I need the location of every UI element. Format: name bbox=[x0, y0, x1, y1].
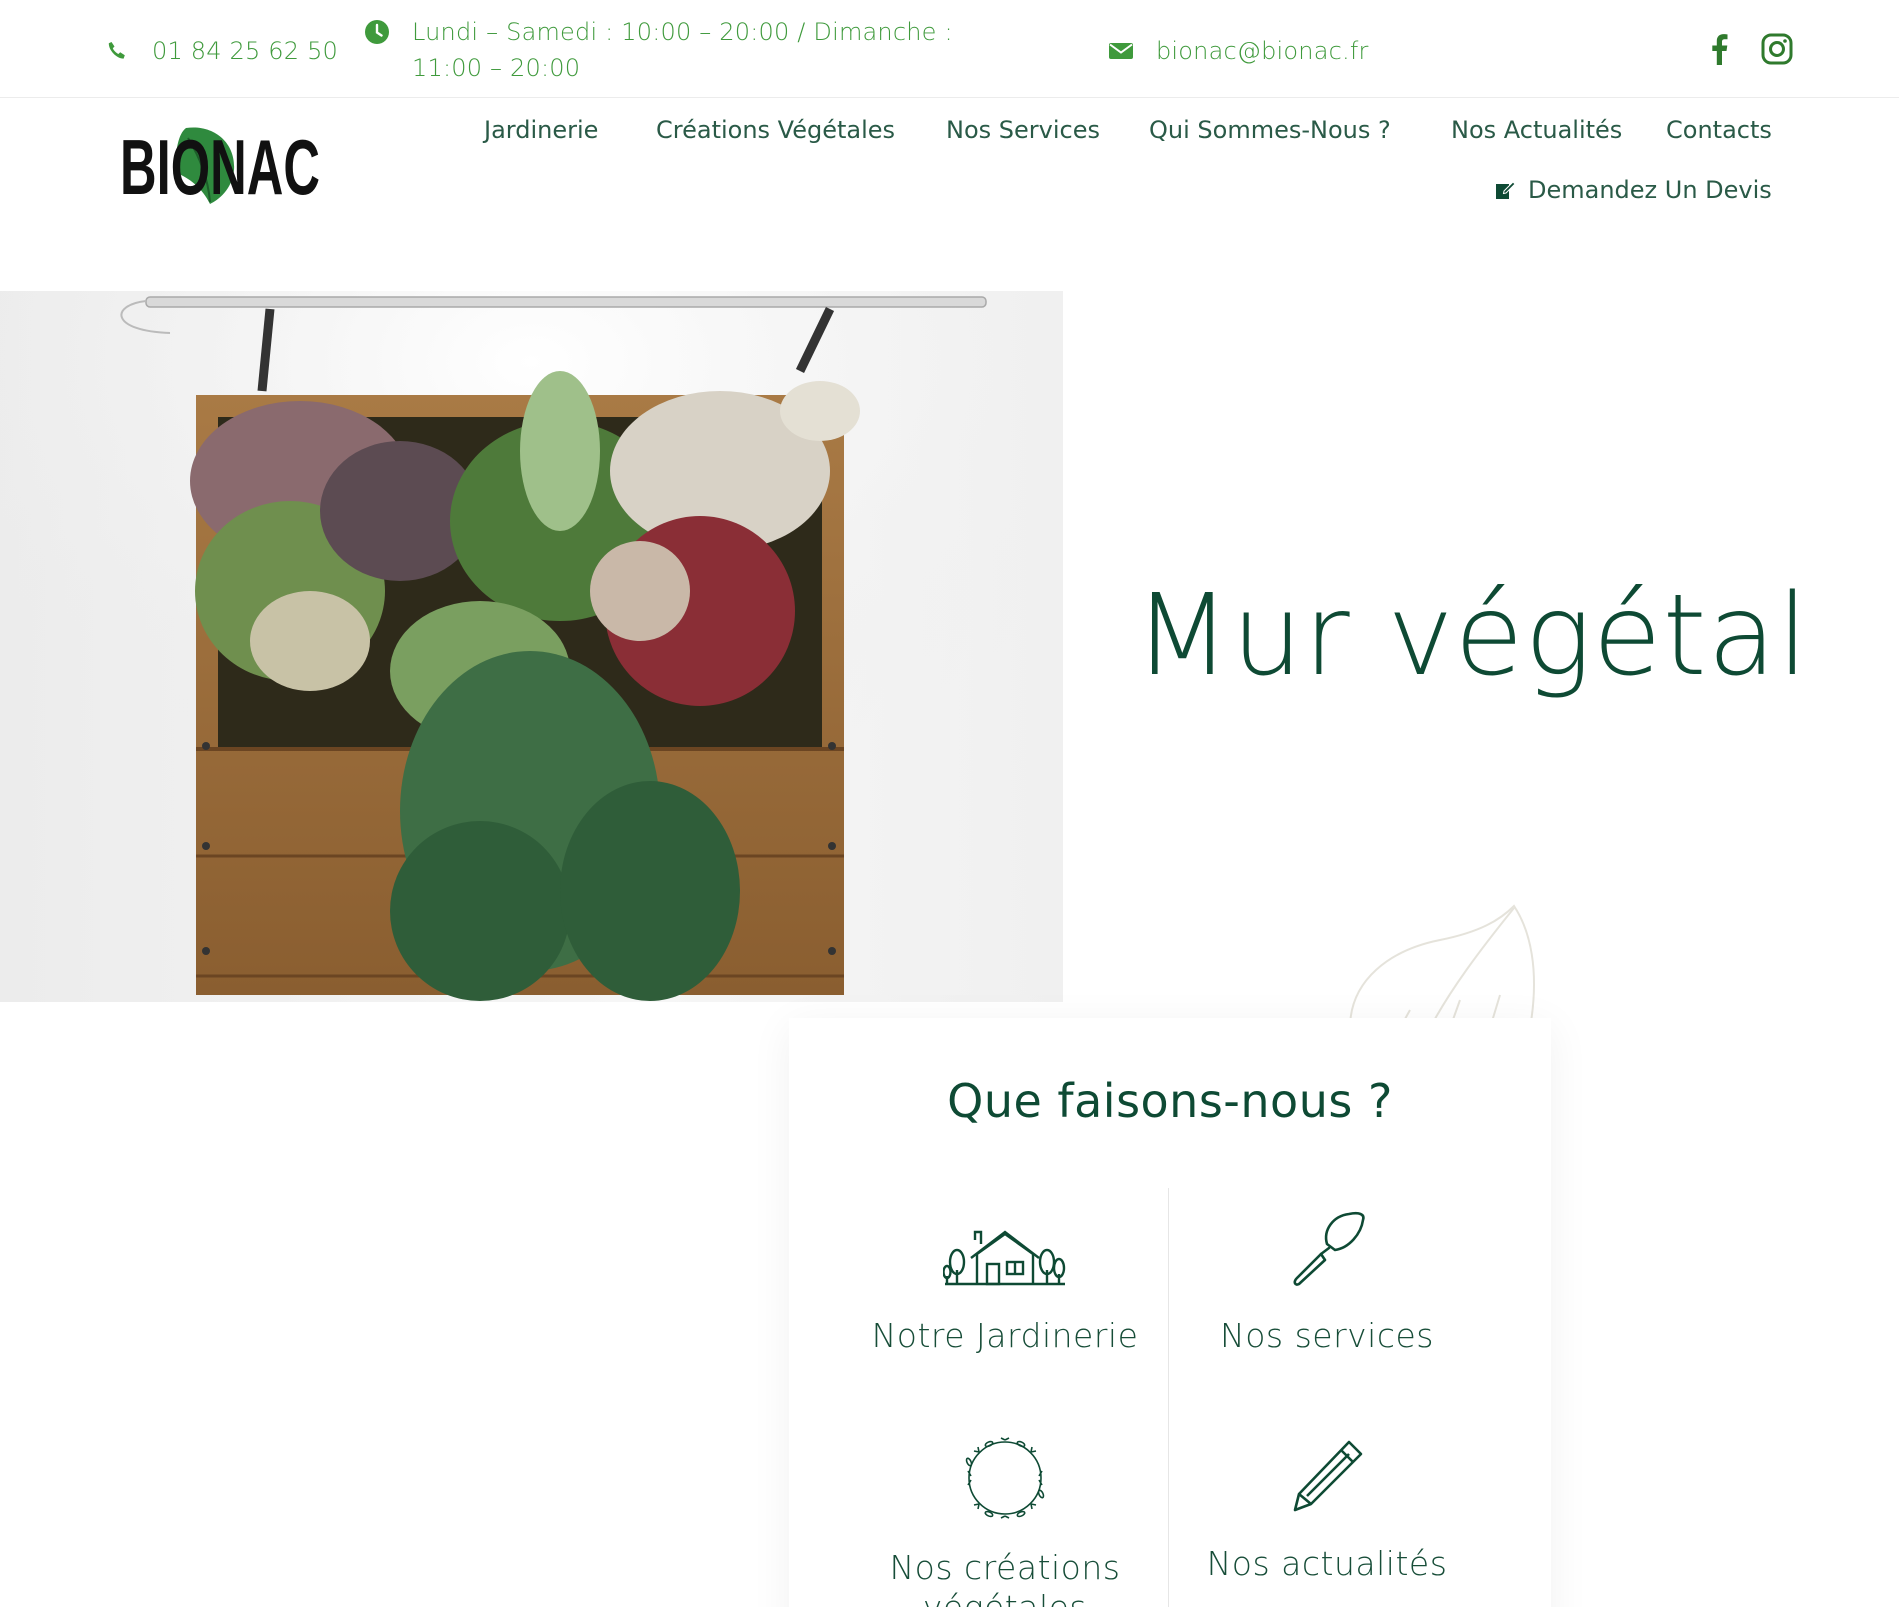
edit-icon bbox=[1494, 179, 1516, 201]
opening-hours-text: Lundi – Samedi : 10:00 – 20:00 / Dimanch… bbox=[412, 18, 953, 82]
hero-title: Mur végétal bbox=[1134, 571, 1810, 701]
facebook-icon[interactable] bbox=[1700, 30, 1738, 68]
services-title: Que faisons-nous ? bbox=[947, 1074, 1393, 1128]
nav-creations-vegetales[interactable]: Créations Végétales bbox=[656, 115, 895, 145]
phone-number: 01 84 25 62 50 bbox=[152, 37, 339, 65]
service-jardinerie[interactable]: Notre Jardinerie bbox=[835, 1228, 1175, 1356]
email-address: bionac@bionac.fr bbox=[1156, 37, 1369, 65]
bionac-logo[interactable]: BIONAC bbox=[118, 118, 322, 211]
services-card: Que faisons-nous ? Notre Jardinerie Nos … bbox=[789, 1018, 1551, 1607]
wreath-icon bbox=[835, 1436, 1175, 1524]
phone-icon bbox=[104, 38, 130, 64]
hero-image bbox=[0, 291, 1063, 1002]
email-contact[interactable]: bionac@bionac.fr bbox=[1108, 33, 1369, 69]
garden-house-icon bbox=[835, 1228, 1175, 1292]
instagram-icon[interactable] bbox=[1758, 30, 1796, 68]
request-quote-label: Demandez Un Devis bbox=[1528, 176, 1772, 204]
decorative-leaf-icon bbox=[1330, 900, 1570, 1030]
logo-text: BIONAC bbox=[120, 123, 320, 208]
service-nos-services[interactable]: Nos services bbox=[1157, 1208, 1497, 1356]
nav-nos-services[interactable]: Nos Services bbox=[946, 115, 1100, 145]
clock-icon bbox=[364, 19, 390, 45]
trowel-icon bbox=[1157, 1208, 1497, 1292]
service-jardinerie-label: Notre Jardinerie bbox=[871, 1316, 1139, 1355]
service-nos-services-label: Nos services bbox=[1220, 1316, 1434, 1355]
pencil-icon bbox=[1157, 1436, 1497, 1520]
opening-hours: Lundi – Samedi : 10:00 – 20:00 / Dimanch… bbox=[364, 14, 1024, 86]
nav-jardinerie[interactable]: Jardinerie bbox=[484, 115, 598, 145]
nav-qui-sommes-nous[interactable]: Qui Sommes-Nous ? bbox=[1149, 115, 1391, 145]
service-creations-vegetales-label: Nos créations végétales bbox=[889, 1548, 1121, 1607]
phone-contact[interactable]: 01 84 25 62 50 bbox=[104, 33, 338, 69]
service-nos-actualites[interactable]: Nos actualités bbox=[1157, 1436, 1497, 1584]
nav-nos-actualites[interactable]: Nos Actualités bbox=[1451, 115, 1622, 145]
envelope-icon bbox=[1108, 38, 1134, 64]
service-creations-vegetales[interactable]: Nos créations végétales bbox=[835, 1436, 1175, 1607]
nav-contacts[interactable]: Contacts bbox=[1666, 115, 1772, 145]
request-quote-link[interactable]: Demandez Un Devis bbox=[1494, 175, 1772, 205]
top-contact-bar: 01 84 25 62 50 Lundi – Samedi : 10:00 – … bbox=[0, 0, 1899, 98]
service-nos-actualites-label: Nos actualités bbox=[1206, 1544, 1448, 1583]
